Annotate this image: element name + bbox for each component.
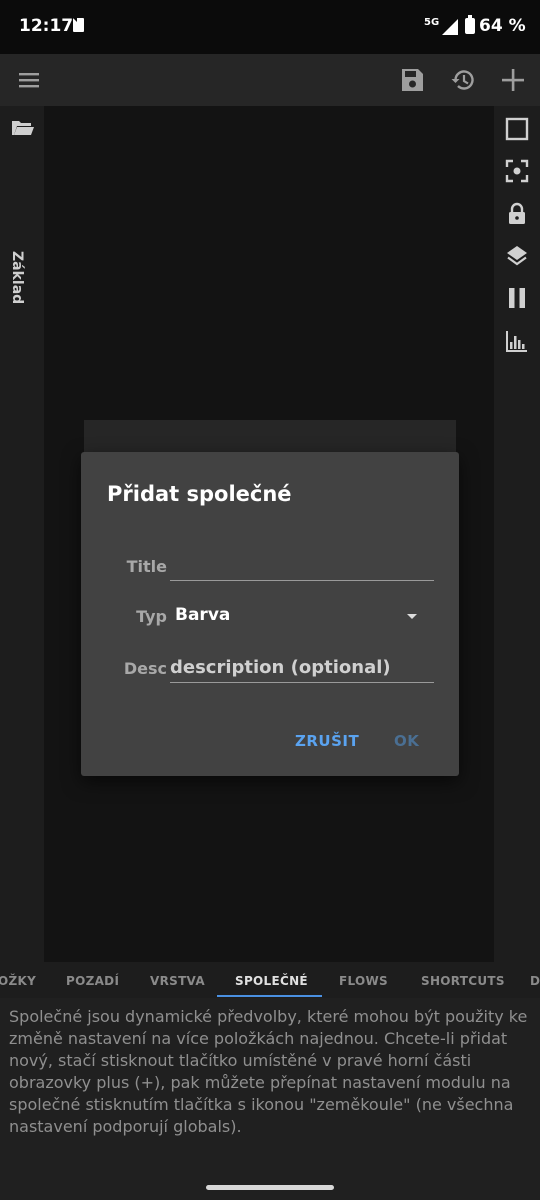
dialog-title: Přidat společné xyxy=(107,482,292,506)
signal-icon xyxy=(442,19,458,35)
history-icon[interactable] xyxy=(447,64,479,96)
tab-flows[interactable]: FLOWS xyxy=(339,974,388,988)
tab-d[interactable]: D xyxy=(530,974,540,988)
add-global-dialog: Přidat společné Title Typ Barva Desc ZRU… xyxy=(81,452,459,776)
square-icon[interactable] xyxy=(504,116,530,142)
cancel-button[interactable]: ZRUŠIT xyxy=(295,732,359,750)
typ-selected-value: Barva xyxy=(175,605,231,625)
sd-card-icon xyxy=(73,18,84,32)
dropdown-arrow-icon xyxy=(407,614,417,619)
description-input-underline xyxy=(170,682,434,683)
battery-icon xyxy=(465,15,475,34)
ok-button[interactable]: OK xyxy=(394,732,419,750)
focus-icon[interactable] xyxy=(504,158,530,184)
histogram-icon[interactable] xyxy=(504,328,530,354)
description-input[interactable] xyxy=(170,653,434,681)
top-toolbar xyxy=(0,54,540,106)
typ-label: Typ xyxy=(136,607,167,626)
title-input[interactable] xyxy=(170,552,434,580)
typ-select[interactable]: Barva xyxy=(170,598,434,634)
save-icon[interactable] xyxy=(396,64,428,96)
tab-shortcuts[interactable]: SHORTCUTS xyxy=(421,974,505,988)
gesture-nav-bar[interactable] xyxy=(206,1185,334,1190)
network-type: 5G xyxy=(424,17,440,28)
help-text: Společné jsou dynamické předvolby, které… xyxy=(9,1007,528,1136)
plus-icon[interactable] xyxy=(497,64,529,96)
lock-icon[interactable] xyxy=(504,201,530,227)
left-sidebar: Základ xyxy=(0,106,44,962)
tab-pozadi[interactable]: POZADÍ xyxy=(66,974,119,988)
title-label: Title xyxy=(126,557,167,576)
battery-level: 64 % xyxy=(479,16,526,36)
tab-ozky[interactable]: OŽKY xyxy=(0,974,36,988)
module-tabs: OŽKY POZADÍ VRSTVA SPOLEČNÉ FLOWS SHORTC… xyxy=(0,962,540,998)
desc-label: Desc xyxy=(123,659,167,678)
status-bar: 12:17 5G 64 % xyxy=(0,0,540,54)
sidebar-label-zaklad[interactable]: Základ xyxy=(9,251,25,304)
folder-open-icon[interactable] xyxy=(11,118,35,138)
tab-vrstva[interactable]: VRSTVA xyxy=(150,974,205,988)
tab-help-panel: Společné jsou dynamické předvolby, které… xyxy=(0,998,540,1200)
tab-spolecne[interactable]: SPOLEČNÉ xyxy=(235,974,308,988)
active-tab-indicator xyxy=(217,995,322,997)
status-time: 12:17 xyxy=(19,16,74,36)
right-sidebar xyxy=(494,106,540,962)
pause-icon[interactable] xyxy=(504,285,530,311)
menu-icon[interactable] xyxy=(13,64,45,96)
title-input-underline xyxy=(170,580,434,581)
layers-icon[interactable] xyxy=(504,243,530,269)
